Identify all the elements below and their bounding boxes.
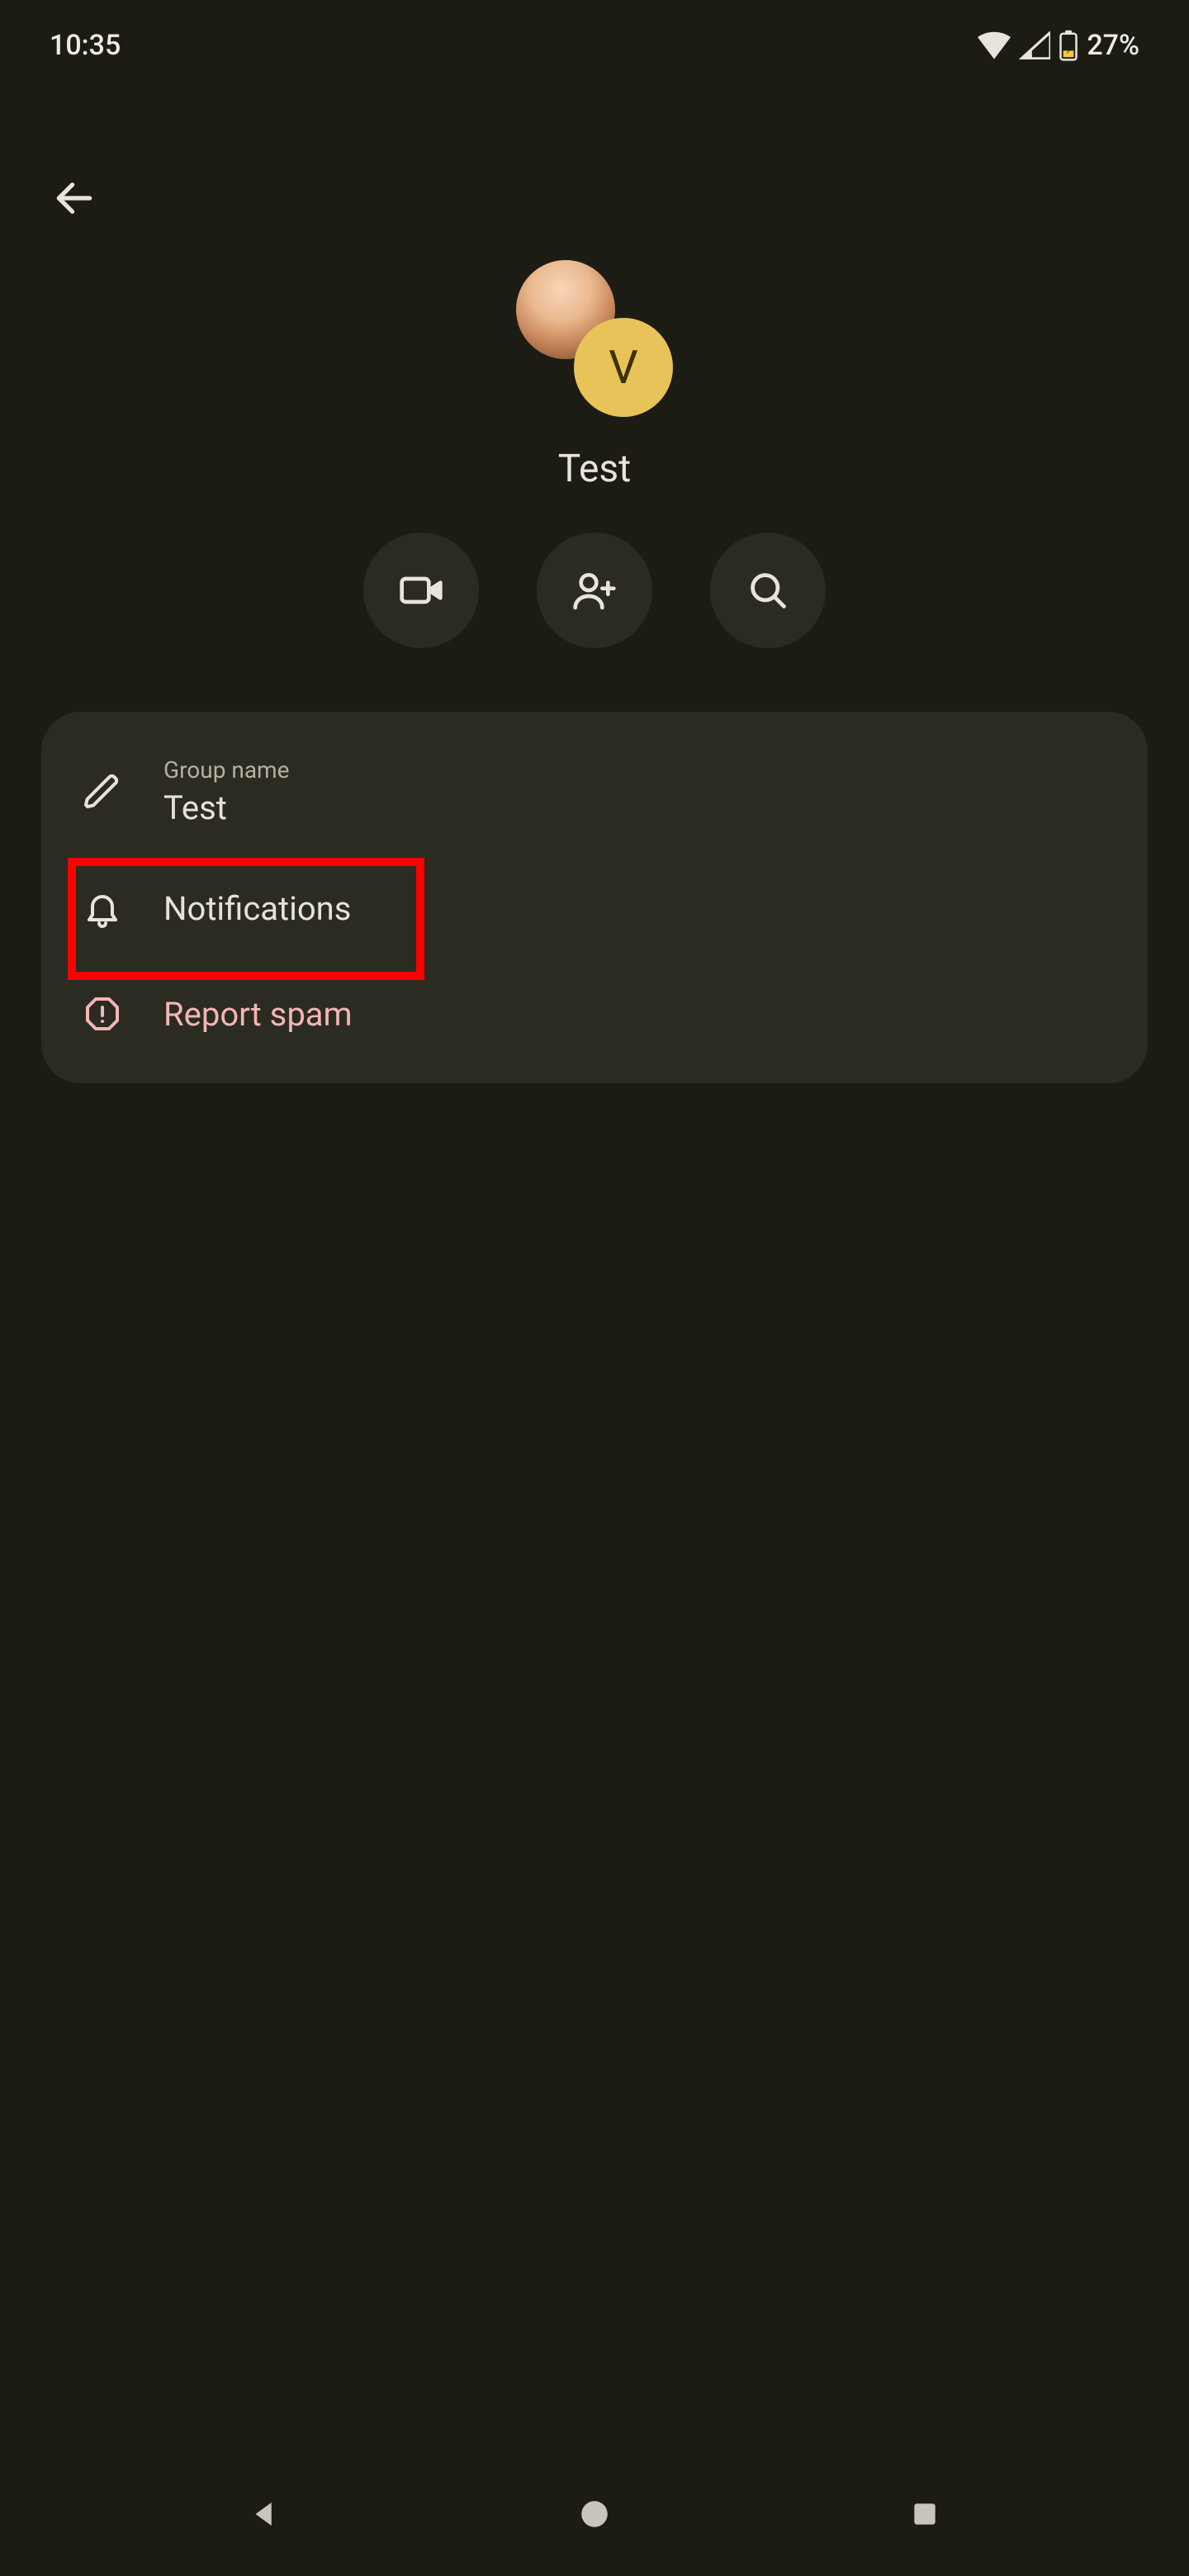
video-icon: [398, 567, 444, 613]
bell-icon: [83, 888, 122, 928]
nav-recents-icon: [909, 2498, 940, 2530]
nav-home-button[interactable]: [570, 2489, 619, 2539]
search-button[interactable]: [710, 533, 826, 648]
pencil-icon: [83, 772, 122, 812]
wifi-icon: [978, 31, 1011, 59]
avatar-secondary: V: [574, 318, 673, 417]
report-spam-label: Report spam: [163, 995, 353, 1034]
notifications-label: Notifications: [163, 889, 351, 928]
nav-back-icon: [247, 2497, 282, 2531]
notifications-row[interactable]: Notifications: [41, 855, 1148, 961]
report-spam-row[interactable]: Report spam: [41, 961, 1148, 1067]
video-call-button[interactable]: [363, 533, 479, 648]
battery-percent: 27%: [1087, 29, 1139, 62]
report-icon: [83, 994, 122, 1034]
avatar-initial: V: [609, 340, 638, 395]
add-person-button[interactable]: [537, 533, 652, 648]
group-name-label: Group name: [163, 756, 289, 784]
nav-home-icon: [577, 2497, 612, 2531]
battery-icon: [1059, 30, 1078, 61]
action-row: [363, 533, 826, 648]
person-add-icon: [571, 567, 618, 613]
back-button[interactable]: [41, 165, 107, 231]
group-name-value: Test: [163, 788, 289, 827]
search-icon: [746, 569, 789, 612]
status-time: 10:35: [50, 29, 121, 62]
arrow-left-icon: [51, 175, 97, 221]
group-title: Test: [558, 447, 631, 491]
status-bar: 10:35 27%: [0, 0, 1189, 91]
avatar-stack[interactable]: V: [516, 260, 673, 417]
status-icons: 27%: [978, 29, 1139, 62]
group-header: V Test: [0, 260, 1189, 648]
settings-card: Group name Test Notifications Report spa…: [41, 712, 1148, 1083]
nav-back-button[interactable]: [239, 2489, 289, 2539]
cell-signal-icon: [1019, 31, 1050, 59]
nav-recents-button[interactable]: [900, 2489, 950, 2539]
group-name-row[interactable]: Group name Test: [41, 728, 1148, 855]
android-nav-bar: [0, 2469, 1189, 2576]
